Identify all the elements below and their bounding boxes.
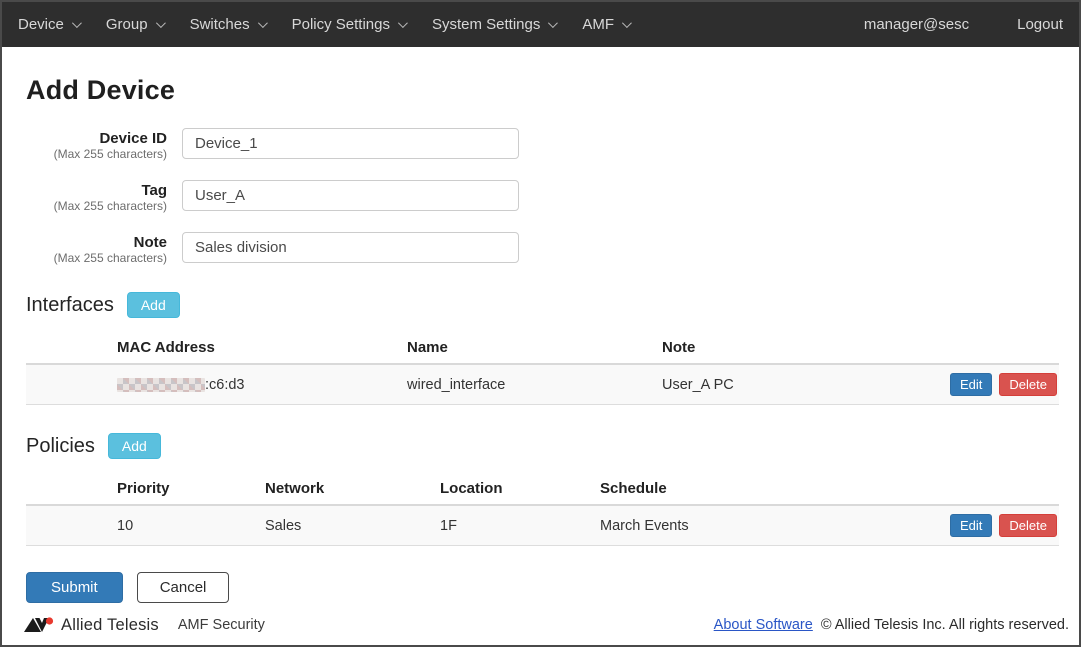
policies-table: Priority Network Location Schedule 10 Sa…: [26, 473, 1059, 546]
redacted-mac-pixelation: [117, 378, 205, 392]
tag-input[interactable]: [182, 180, 519, 211]
col-priority: Priority: [117, 473, 265, 504]
interface-note-cell: User_A PC: [662, 369, 927, 401]
form-action-buttons: Submit Cancel: [26, 572, 1055, 603]
mac-address-cell: :c6:d3: [117, 369, 407, 401]
chevron-down-icon: [622, 18, 632, 28]
chevron-down-icon: [398, 18, 408, 28]
nav-item-group[interactable]: Group: [106, 16, 163, 33]
form-row-device-id: Device ID (Max 255 characters): [26, 128, 1055, 162]
nav-item-label: Group: [106, 16, 148, 33]
nav-item-switches[interactable]: Switches: [190, 16, 265, 33]
form-row-tag: Tag (Max 255 characters): [26, 180, 1055, 214]
note-hint: (Max 255 characters): [26, 251, 167, 266]
col-note: Note: [662, 332, 927, 363]
navbar-menu: Device Group Switches Policy Settings Sy…: [18, 16, 629, 33]
interfaces-table: MAC Address Name Note :c6:d3 wired_inter…: [26, 332, 1059, 405]
note-input[interactable]: [182, 232, 519, 263]
nav-item-system-settings[interactable]: System Settings: [432, 16, 555, 33]
navbar-right: manager@sesc Logout: [864, 16, 1063, 33]
allied-telesis-logo-icon: [24, 615, 54, 635]
col-location: Location: [440, 473, 600, 504]
chevron-down-icon: [156, 18, 166, 28]
delete-policy-button[interactable]: Delete: [999, 514, 1057, 537]
cancel-button[interactable]: Cancel: [137, 572, 230, 603]
nav-item-amf[interactable]: AMF: [582, 16, 629, 33]
edit-interface-button[interactable]: Edit: [950, 373, 992, 396]
app-window: Device Group Switches Policy Settings Sy…: [0, 0, 1081, 647]
note-label: Note: [26, 234, 167, 251]
policy-location-cell: 1F: [440, 510, 600, 542]
add-policy-button[interactable]: Add: [108, 433, 161, 459]
brand-block: Allied Telesis AMF Security: [24, 615, 265, 635]
chevron-down-icon: [72, 18, 82, 28]
form-row-note: Note (Max 255 characters): [26, 232, 1055, 266]
interface-row: :c6:d3 wired_interface User_A PC Edit De…: [26, 365, 1059, 405]
device-id-label: Device ID: [26, 130, 167, 147]
tag-label: Tag: [26, 182, 167, 199]
mac-suffix: :c6:d3: [205, 377, 245, 393]
device-form: Device ID (Max 255 characters) Tag (Max …: [26, 128, 1055, 266]
logout-button[interactable]: Logout: [1017, 16, 1063, 33]
interface-name-cell: wired_interface: [407, 369, 662, 401]
nav-item-label: AMF: [582, 16, 614, 33]
policies-section: Policies Add Priority Network Location S…: [26, 433, 1055, 546]
policy-schedule-cell: March Events: [600, 510, 927, 542]
nav-item-label: System Settings: [432, 16, 540, 33]
col-name: Name: [407, 332, 662, 363]
add-interface-button[interactable]: Add: [127, 292, 180, 318]
field-label-group: Tag (Max 255 characters): [26, 180, 167, 214]
nav-item-label: Policy Settings: [292, 16, 390, 33]
submit-button[interactable]: Submit: [26, 572, 123, 603]
policy-priority-cell: 10: [117, 510, 265, 542]
col-schedule: Schedule: [600, 473, 927, 504]
device-id-input[interactable]: [182, 128, 519, 159]
nav-item-policy-settings[interactable]: Policy Settings: [292, 16, 405, 33]
chevron-down-icon: [258, 18, 268, 28]
edit-policy-button[interactable]: Edit: [950, 514, 992, 537]
chevron-down-icon: [548, 18, 558, 28]
interfaces-table-header: MAC Address Name Note: [26, 332, 1059, 365]
nav-item-device[interactable]: Device: [18, 16, 79, 33]
field-label-group: Device ID (Max 255 characters): [26, 128, 167, 162]
field-label-group: Note (Max 255 characters): [26, 232, 167, 266]
col-network: Network: [265, 473, 440, 504]
policy-row: 10 Sales 1F March Events Edit Delete: [26, 506, 1059, 546]
brand-name: Allied Telesis: [61, 616, 159, 635]
col-mac-address: MAC Address: [117, 332, 407, 363]
interfaces-section: Interfaces Add MAC Address Name Note :c6…: [26, 292, 1055, 405]
about-software-link[interactable]: About Software: [714, 617, 813, 633]
nav-item-label: Switches: [190, 16, 250, 33]
logged-in-user: manager@sesc: [864, 16, 969, 33]
nav-item-label: Device: [18, 16, 64, 33]
main-content: Add Device Device ID (Max 255 characters…: [2, 47, 1079, 609]
tag-hint: (Max 255 characters): [26, 199, 167, 214]
device-id-hint: (Max 255 characters): [26, 147, 167, 162]
policy-network-cell: Sales: [265, 510, 440, 542]
copyright-text: © Allied Telesis Inc. All rights reserve…: [821, 617, 1069, 633]
footer: Allied Telesis AMF Security About Softwa…: [2, 609, 1079, 645]
delete-interface-button[interactable]: Delete: [999, 373, 1057, 396]
top-navbar: Device Group Switches Policy Settings Sy…: [2, 2, 1079, 47]
page-title: Add Device: [26, 75, 1055, 106]
product-name: AMF Security: [178, 617, 265, 633]
policies-title: Policies: [26, 435, 95, 458]
policies-table-header: Priority Network Location Schedule: [26, 473, 1059, 506]
interfaces-title: Interfaces: [26, 294, 114, 317]
